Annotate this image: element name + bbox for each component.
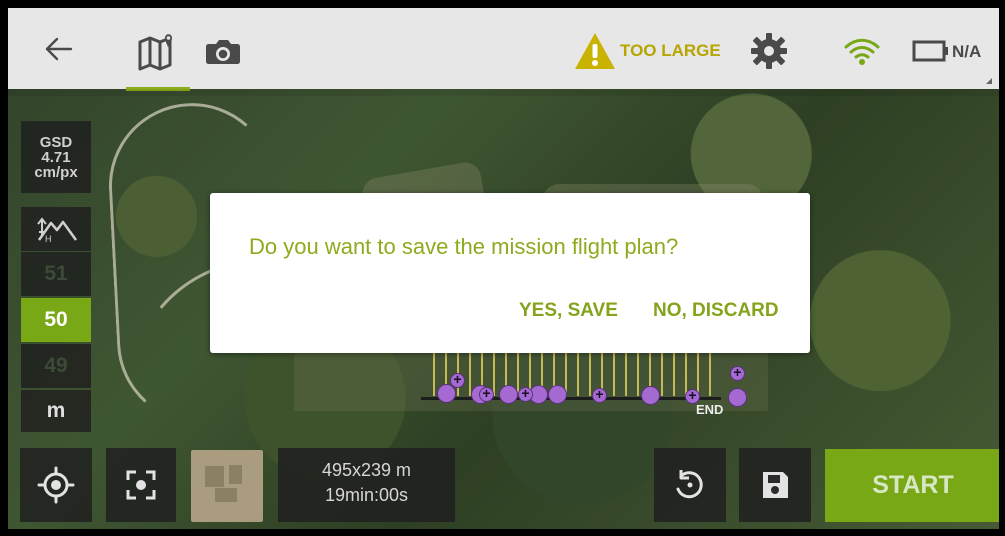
gsd-value: 4.71 [41,148,71,166]
locate-icon [37,466,75,504]
battery-label: N/A [952,42,982,61]
waypoint-node[interactable] [548,385,567,404]
no-discard-button[interactable]: NO, DISCARD [653,300,779,322]
flight-path-baseline [421,397,721,400]
tab-mission-map[interactable] [126,26,190,91]
warning-label: TOO LARGE [620,41,721,60]
terrain-icon: H [37,217,78,243]
gsd-display: GSD 4.71 cm/px [21,121,91,193]
altitude-option-49[interactable]: 49 [21,344,91,388]
add-waypoint-handle[interactable]: + [479,386,494,402]
add-waypoint-handle[interactable]: + [592,387,607,403]
map-mission-icon [138,34,172,71]
thumbnail-tile [229,465,242,484]
start-mission-button[interactable]: START [825,449,999,522]
tab-camera[interactable] [203,36,243,66]
add-waypoint-handle[interactable]: + [450,372,465,388]
gear-icon [751,33,787,69]
add-waypoint-handle[interactable]: + [518,386,533,402]
battery-icon [912,40,948,62]
mission-duration: 19min:00s [324,485,409,505]
save-icon [763,472,788,498]
thumbnail-tile [205,466,224,487]
locate-button[interactable] [20,448,92,522]
svg-text:H: H [45,234,52,243]
dialog-message: Do you want to save the mission flight p… [249,234,679,259]
altitude-option-50-selected[interactable]: 50 [21,298,91,342]
warning-icon [575,33,615,69]
history-icon [676,470,703,499]
wifi-icon [844,38,880,65]
camera-icon [206,40,240,64]
flight-lines [423,350,715,396]
save-mission-button[interactable] [739,448,811,522]
mission-summary-panel: 495x239 m 19min:00s [278,448,455,522]
waypoint-node[interactable] [728,388,747,407]
app-frame: TOO LARGE N/A GSD 4.71 cm/px H 51 50 49 … [8,8,999,529]
altitude-option-51[interactable]: 51 [21,252,91,296]
history-button[interactable] [654,448,726,522]
toolbar-shadow [8,89,999,96]
yes-save-button[interactable]: YES, SAVE [519,300,618,322]
app-screen: TOO LARGE N/A GSD 4.71 cm/px H 51 50 49 … [0,0,1005,536]
save-mission-dialog: Do you want to save the mission flight p… [210,193,810,353]
map-thumbnail[interactable] [191,450,263,522]
focus-icon [126,470,156,500]
top-toolbar: TOO LARGE N/A [8,8,999,91]
gsd-unit: cm/px [34,163,78,181]
gsd-text: GSD 4.71 cm/px [34,135,77,180]
back-arrow-icon [45,37,73,61]
add-waypoint-handle[interactable]: + [730,365,745,381]
terrain-altitude-button[interactable]: H [21,207,91,251]
warning-status[interactable] [570,28,620,74]
gsd-label: GSD [39,133,73,151]
toolbar-corner-indicator [986,78,992,84]
waypoint-node[interactable] [499,385,518,404]
thumbnail-tile [215,488,237,502]
end-marker-label: END [696,402,724,417]
back-button[interactable] [40,32,78,66]
wifi-status[interactable] [842,36,882,68]
focus-mission-button[interactable] [106,448,176,522]
waypoint-node[interactable] [641,386,660,405]
altitude-unit: m [21,390,91,432]
settings-button[interactable] [749,31,789,71]
mission-area-size: 495x239 m [321,460,412,480]
battery-status[interactable] [912,37,950,65]
